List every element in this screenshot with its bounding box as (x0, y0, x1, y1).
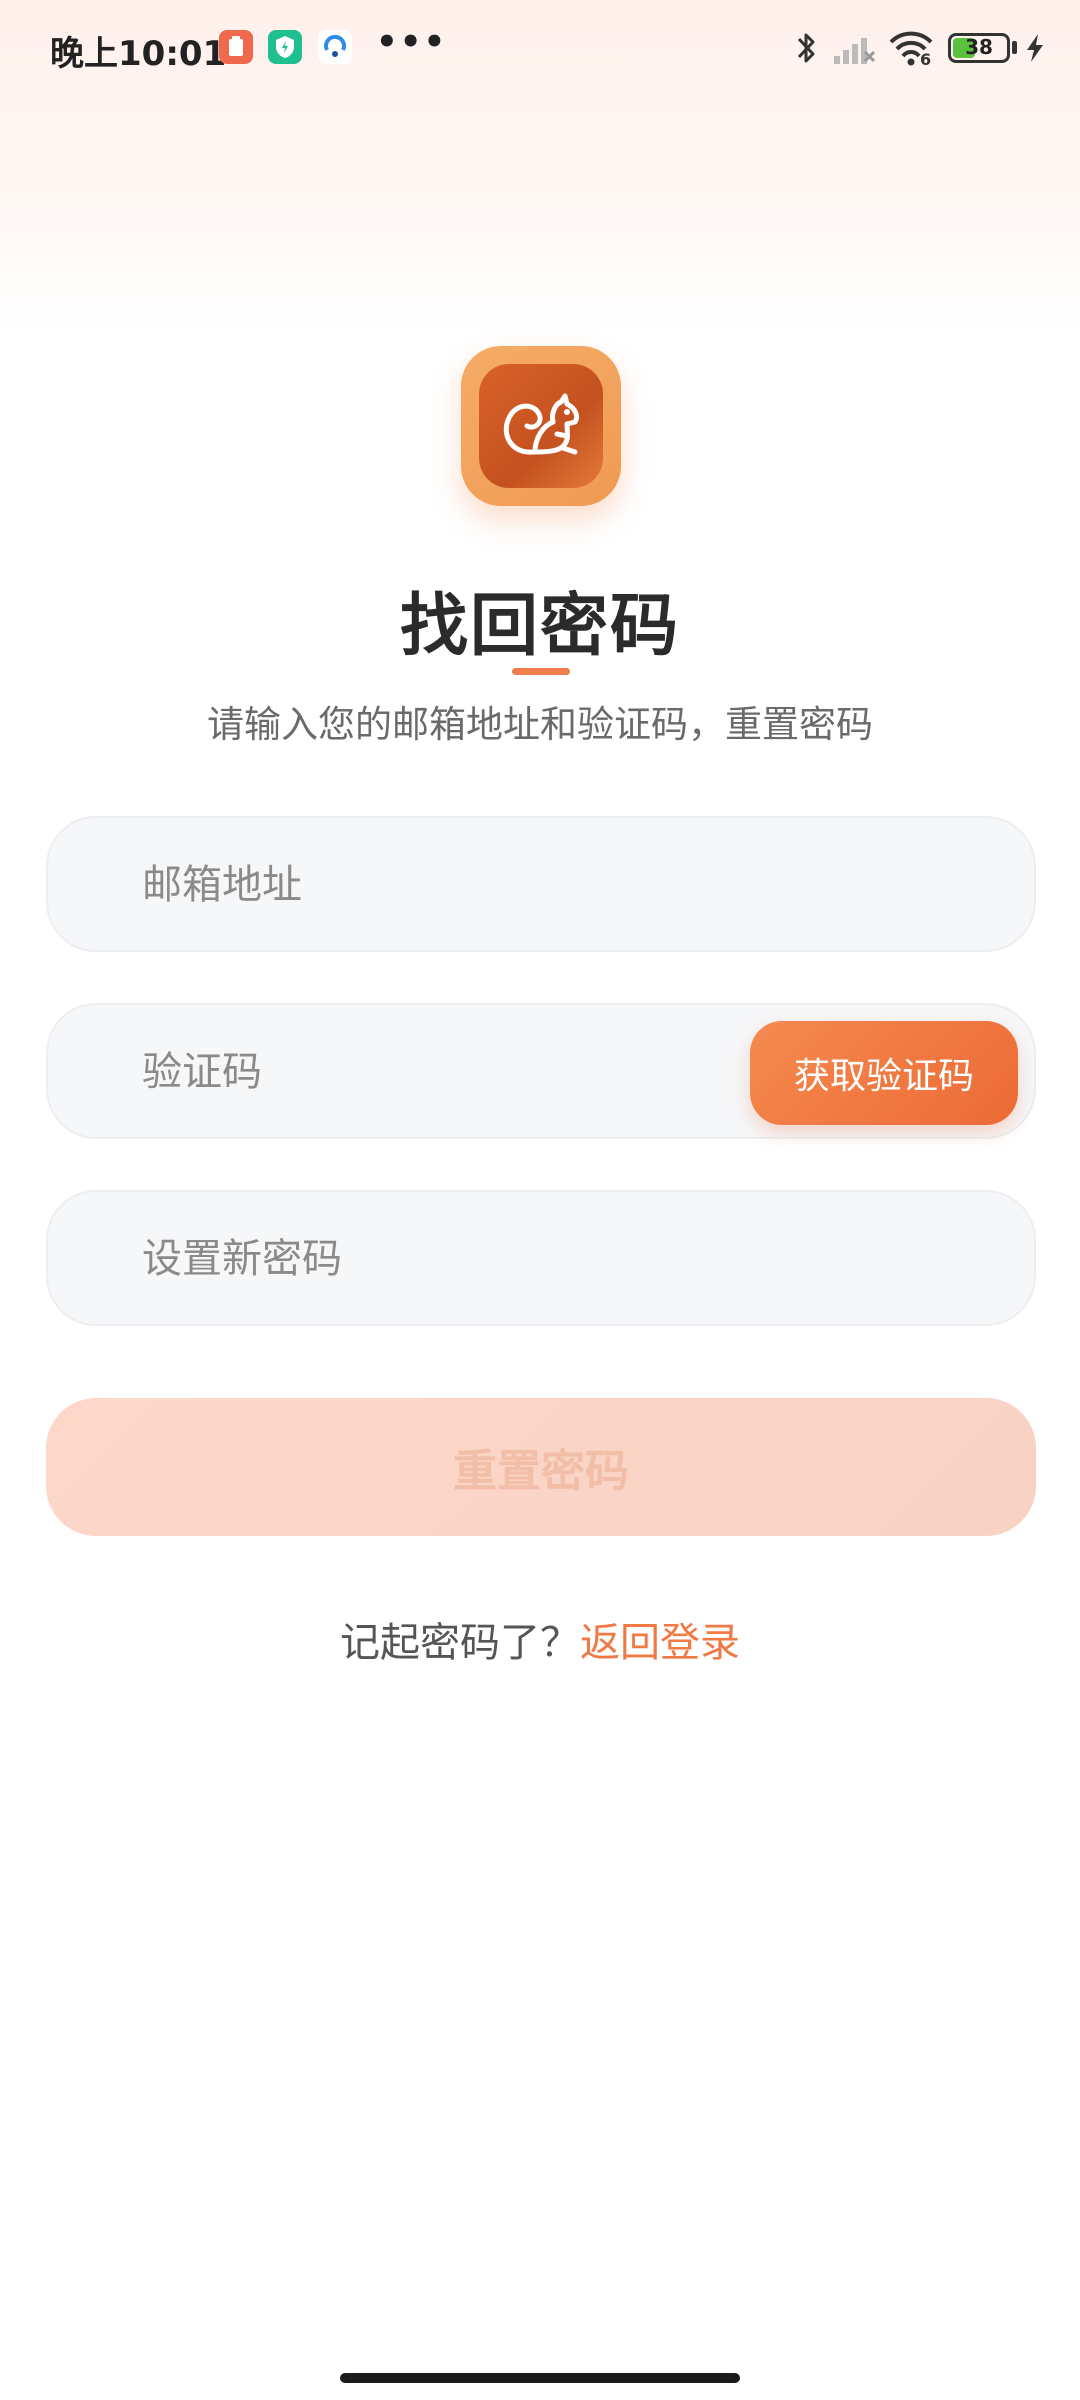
squirrel-icon (503, 393, 580, 455)
code-field-container: 获取验证码 (46, 1003, 1036, 1139)
status-time: 晚上10:01 (50, 34, 227, 74)
get-code-button[interactable]: 获取验证码 (750, 1021, 1018, 1125)
shield-notification-icon (268, 30, 302, 64)
email-field-container (46, 816, 1036, 952)
wifi-label: 6 (920, 50, 932, 69)
notification-app-icon (219, 30, 253, 64)
bluetooth-icon (797, 33, 815, 63)
verification-code-input[interactable] (140, 1005, 724, 1139)
cellular-signal-icon (834, 38, 876, 64)
status-bar: 晚上10:01 ••• 6 38 (0, 0, 1080, 96)
new-password-input[interactable] (140, 1192, 944, 1326)
battery-level: 38 (965, 35, 993, 59)
title-accent-bar (512, 668, 570, 675)
email-input[interactable] (140, 818, 944, 952)
app-logo (461, 346, 621, 506)
battery-icon: 38 (948, 33, 1010, 63)
sync-notification-icon (318, 30, 352, 64)
charging-icon (1027, 34, 1043, 62)
reset-password-button[interactable]: 重置密码 (46, 1398, 1036, 1536)
page-title: 找回密码 (399, 587, 680, 666)
back-to-login-row: 记起密码了？返回登录 (0, 1610, 1080, 1668)
back-prompt-text: 记起密码了？ (340, 1620, 580, 1666)
more-notifications-icon: ••• (376, 22, 448, 62)
home-indicator[interactable] (340, 2373, 740, 2383)
password-field-container (46, 1190, 1036, 1326)
battery-tip (1012, 41, 1017, 54)
back-to-login-link[interactable]: 返回登录 (580, 1620, 740, 1666)
page-subtitle: 请输入您的邮箱地址和验证码，重置密码 (207, 703, 873, 746)
